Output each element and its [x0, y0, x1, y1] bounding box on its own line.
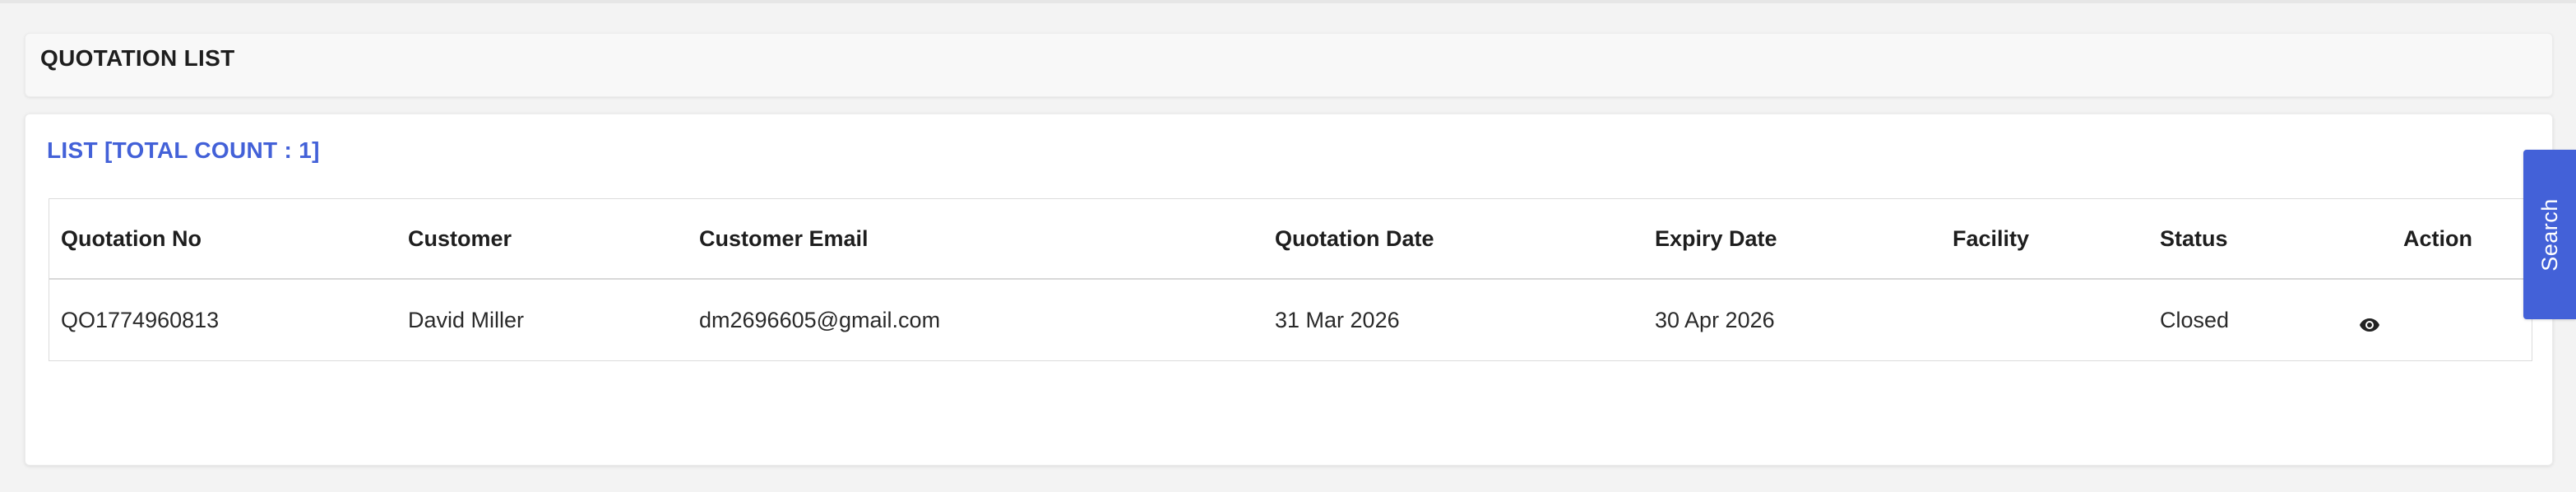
cell-quotation-no: QO1774960813	[61, 307, 220, 332]
cell-quotation-date: 31 Mar 2026	[1275, 307, 1400, 332]
search-side-tab[interactable]: Search	[2523, 150, 2576, 319]
cell-customer: David Miller	[408, 307, 525, 332]
cell-customer-email: dm2696605@gmail.com	[699, 307, 941, 332]
column-header-quotation-no[interactable]: Quotation No	[61, 199, 202, 278]
cell-status: Closed	[2160, 307, 2230, 332]
column-header-action: Action	[2403, 225, 2472, 251]
page-header-card: QUOTATION LIST	[25, 33, 2553, 97]
cell-expiry-date: 30 Apr 2026	[1655, 307, 1775, 332]
quotation-table: Quotation No Customer Customer Email Quo…	[49, 198, 2532, 361]
column-header-customer-email[interactable]: Customer Email	[699, 199, 869, 278]
cell-action	[2359, 280, 2380, 360]
column-header-quotation-date[interactable]: Quotation Date	[1275, 199, 1434, 278]
eye-icon[interactable]	[2359, 313, 2380, 332]
page: QUOTATION LIST LIST [TOTAL COUNT : 1] Qu…	[0, 0, 2576, 492]
column-header-facility[interactable]: Facility	[1953, 199, 2029, 278]
column-header-expiry-date[interactable]: Expiry Date	[1655, 199, 1777, 278]
table-header-row: Quotation No Customer Customer Email Quo…	[49, 199, 2532, 280]
table-row: QO1774960813 David Miller dm2696605@gmai…	[49, 280, 2532, 360]
column-header-status[interactable]: Status	[2160, 199, 2228, 278]
quotation-list-card: LIST [TOTAL COUNT : 1] Quotation No Cust…	[25, 114, 2553, 466]
page-title: QUOTATION LIST	[40, 45, 235, 71]
list-heading: LIST [TOTAL COUNT : 1]	[47, 137, 320, 163]
search-tab-label: Search	[2537, 197, 2562, 272]
column-header-customer[interactable]: Customer	[408, 199, 512, 278]
